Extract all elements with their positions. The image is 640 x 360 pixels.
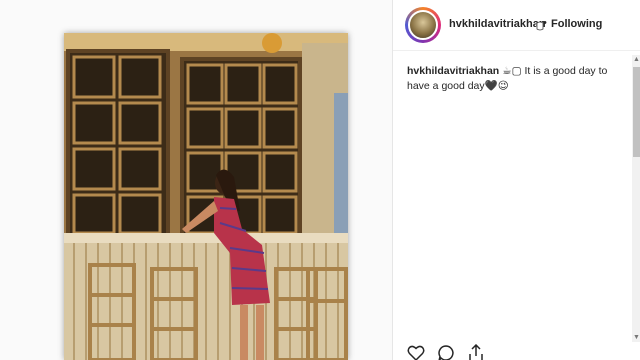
following-button[interactable]: Following	[551, 18, 602, 30]
scroll-down-arrow-icon[interactable]: ▼	[632, 333, 640, 342]
share-icon[interactable]	[467, 343, 485, 360]
caption-username[interactable]: hvkhildavitriakhan	[407, 65, 499, 77]
username-link[interactable]: hvkhildavitriakhan	[449, 18, 546, 30]
post-photo[interactable]	[64, 33, 348, 360]
post-header: hvkhildavitriakhan • Following	[393, 0, 640, 51]
scroll-up-arrow-icon[interactable]: ▲	[632, 55, 640, 64]
avatar-ring[interactable]	[405, 7, 441, 43]
avatar[interactable]	[408, 10, 438, 40]
scroll-thumb[interactable]	[633, 67, 640, 157]
photo-panel	[0, 0, 392, 360]
comment-icon[interactable]	[437, 344, 455, 360]
post-sidebar: hvkhildavitriakhan • Following hvkhildav…	[392, 0, 640, 360]
scrollbar[interactable]: ▲ ▼	[632, 55, 640, 342]
photo-illustration	[64, 33, 348, 360]
heart-icon[interactable]	[407, 344, 425, 360]
separator-dot: •	[543, 17, 547, 29]
instagram-post-modal: hvkhildavitriakhan • Following hvkhildav…	[0, 0, 640, 360]
post-caption: hvkhildavitriakhan ☕▢ It is a good day to…	[407, 64, 622, 94]
